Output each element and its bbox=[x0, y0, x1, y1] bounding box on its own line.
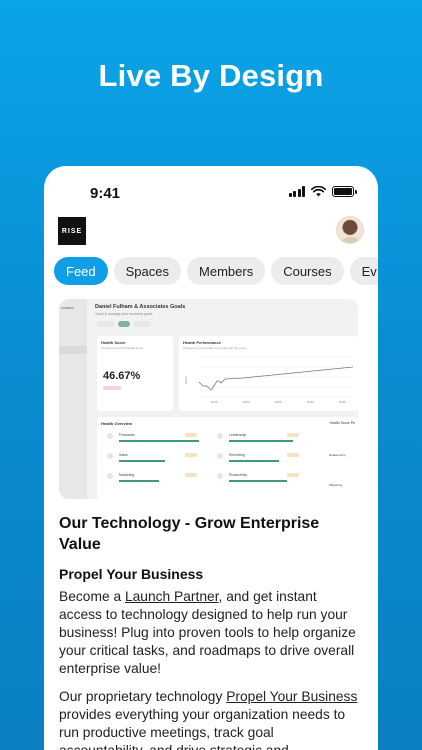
chart-y-label: Score bbox=[184, 376, 188, 384]
status-time: 9:41 bbox=[90, 185, 121, 202]
post-subheading: Propel Your Business bbox=[59, 566, 204, 582]
tab-members[interactable]: Members bbox=[187, 257, 266, 285]
launch-partner-link[interactable]: Launch Partner bbox=[125, 589, 219, 604]
post-paragraph-1: Become a Launch Partner, and get instant… bbox=[59, 589, 356, 676]
chart-x-tick: 2020 bbox=[243, 400, 250, 404]
health-score-badge bbox=[103, 386, 121, 390]
post-paragraph-2: Our proprietary technology Propel Your B… bbox=[59, 689, 358, 750]
dashboard-pills bbox=[97, 321, 151, 327]
dashboard-title: Daniel Fulham & Associates Goals bbox=[95, 304, 186, 310]
health-overview-card: Health Overview Health Score Pe Financia… bbox=[97, 417, 358, 499]
wifi-icon bbox=[311, 186, 326, 197]
chart-x-tick: 2025 bbox=[275, 400, 282, 404]
user-avatar[interactable] bbox=[336, 216, 364, 244]
tab-events[interactable]: Ev bbox=[349, 257, 378, 285]
overview-item: Marketing bbox=[119, 473, 135, 477]
overview-item: Leadership bbox=[229, 433, 247, 437]
tab-feed[interactable]: Feed bbox=[54, 257, 108, 285]
chart-x-tick: 2035 bbox=[339, 400, 346, 404]
cellular-signal-icon bbox=[288, 186, 305, 197]
overview-side-label: Marketing bbox=[329, 483, 343, 487]
chart-x-tick: 2015 bbox=[211, 400, 218, 404]
overview-item: Productivity bbox=[229, 473, 248, 477]
health-overview-title: Health Overview bbox=[101, 421, 133, 426]
mini-sidebar: sociates bbox=[59, 299, 87, 499]
overview-item: Sales bbox=[119, 453, 128, 457]
app-header: RISE bbox=[58, 216, 364, 248]
chart-x-tick: 2030 bbox=[307, 400, 314, 404]
tab-bar: Feed Spaces Members Courses Ev bbox=[54, 257, 378, 285]
health-score-subtitle: Company's current health score bbox=[101, 346, 144, 350]
overview-item: Recruiting bbox=[229, 453, 245, 457]
hero-dashboard-image: sociates Daniel Fulham & Associates Goal… bbox=[59, 299, 358, 499]
dashboard-subtitle: Track & manage your business goals bbox=[95, 312, 153, 316]
post-title: Our Technology - Grow Enterprise Value bbox=[59, 515, 320, 553]
post-content: Our Technology - Grow Enterprise Value P… bbox=[59, 513, 359, 750]
health-performance-card: Health Performance Changes in your healt… bbox=[179, 336, 358, 411]
phone-frame: 9:41 RISE Feed Spaces Members Courses Ev… bbox=[44, 166, 378, 750]
health-overview-right-label: Health Score Pe bbox=[329, 421, 356, 425]
health-performance-title: Health Performance bbox=[183, 340, 221, 345]
headline: Live By Design bbox=[98, 58, 324, 93]
health-performance-line-chart: Score 2015 2020 2025 2030 2035 bbox=[184, 356, 354, 404]
health-performance-subtitle: Changes in your health score through the… bbox=[183, 346, 247, 350]
health-score-value: 46.67% bbox=[103, 370, 141, 382]
health-score-card: Health Score Company's current health sc… bbox=[97, 336, 173, 411]
status-bar: 9:41 bbox=[44, 166, 378, 216]
rise-logo[interactable]: RISE bbox=[58, 217, 86, 245]
mini-sidebar-label: sociates bbox=[61, 306, 74, 310]
propel-your-business-link[interactable]: Propel Your Business bbox=[226, 689, 357, 704]
overview-side-label: Relationship bbox=[329, 453, 346, 457]
overview-item: Financials bbox=[119, 433, 135, 437]
battery-icon bbox=[332, 186, 357, 197]
tab-courses[interactable]: Courses bbox=[271, 257, 344, 285]
status-icons bbox=[288, 186, 357, 197]
tab-spaces[interactable]: Spaces bbox=[113, 257, 182, 285]
health-score-title: Health Score bbox=[101, 340, 126, 345]
